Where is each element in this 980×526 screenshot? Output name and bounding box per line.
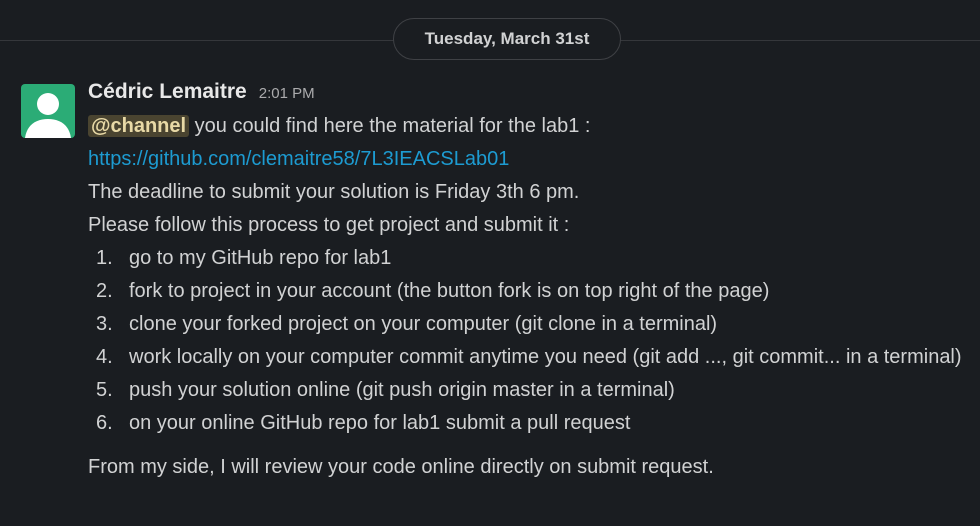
- user-avatar-icon: [25, 93, 71, 138]
- repo-link[interactable]: https://github.com/clemaitre58/7L3IEACSL…: [88, 148, 509, 170]
- list-item-number: 6.: [96, 412, 113, 434]
- list-item-number: 5.: [96, 379, 113, 401]
- message-header: Cédric Lemaitre 2:01 PM: [88, 80, 970, 110]
- message-intro-line: @channel you could find here the materia…: [88, 110, 970, 143]
- list-item-text: clone your forked project on your comput…: [129, 313, 718, 335]
- deadline-text: The deadline to submit your solution is …: [88, 181, 580, 203]
- list-item: 3. clone your forked project on your comp…: [88, 308, 970, 341]
- list-item-text: work locally on your computer commit any…: [129, 346, 962, 368]
- author-name[interactable]: Cédric Lemaitre: [88, 80, 247, 104]
- date-divider-button[interactable]: Tuesday, March 31st: [393, 18, 621, 60]
- list-item-text: push your solution online (git push orig…: [129, 379, 675, 401]
- list-item: 4. work locally on your computer commit a…: [88, 341, 970, 374]
- closing-text: From my side, I will review your code on…: [88, 456, 714, 478]
- avatar[interactable]: [21, 84, 75, 138]
- list-item-number: 3.: [96, 313, 113, 335]
- list-item: 2. fork to project in your account (the b…: [88, 275, 970, 308]
- date-divider-label: Tuesday, March 31st: [424, 29, 590, 48]
- intro-text: you could find here the material for the…: [189, 115, 591, 137]
- message: Cédric Lemaitre 2:01 PM @channel you cou…: [88, 80, 970, 484]
- message-timestamp[interactable]: 2:01 PM: [259, 85, 315, 102]
- list-item: 1. go to my GitHub repo for lab1: [88, 242, 970, 275]
- message-link-line: https://github.com/clemaitre58/7L3IEACSL…: [88, 143, 970, 176]
- list-item: 5. push your solution online (git push or…: [88, 374, 970, 407]
- list-item-text: fork to project in your account (the but…: [129, 280, 770, 302]
- process-intro-text: Please follow this process to get projec…: [88, 214, 570, 236]
- list-item-text: go to my GitHub repo for lab1: [129, 247, 392, 269]
- list-item-text: on your online GitHub repo for lab1 subm…: [129, 412, 631, 434]
- channel-mention[interactable]: @channel: [88, 115, 190, 137]
- list-item: 6. on your online GitHub repo for lab1 su…: [88, 407, 970, 440]
- list-item-number: 2.: [96, 280, 113, 302]
- list-item-number: 4.: [96, 346, 113, 368]
- list-item-number: 1.: [96, 247, 113, 269]
- steps-list: 1. go to my GitHub repo for lab1 2. fork t…: [88, 242, 970, 440]
